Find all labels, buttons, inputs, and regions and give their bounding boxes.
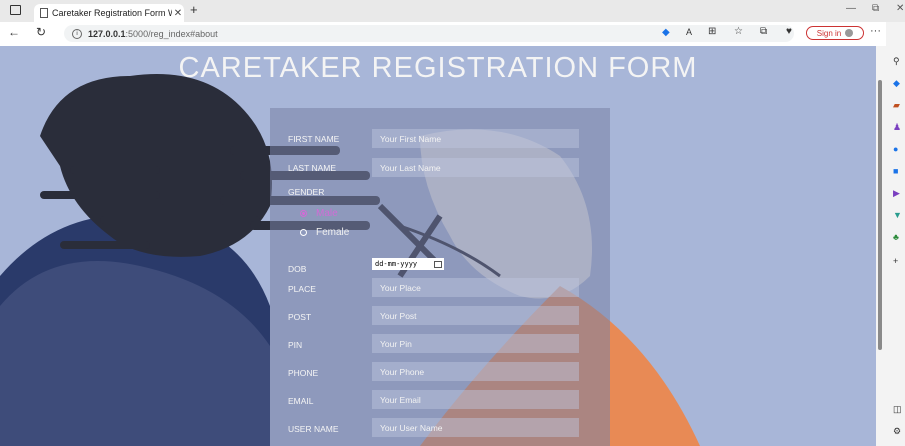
back-icon[interactable]: ← [8,25,20,39]
app-available-icon[interactable]: ⊞ [708,26,716,37]
page-content: CARETAKER REGISTRATION FORM [0,46,876,446]
dob-label: DOB [288,264,307,274]
outlook-icon[interactable]: ■ [893,166,898,176]
page-title: CARETAKER REGISTRATION FORM [178,52,698,84]
male-radio-dot [300,210,307,217]
url-path: :5000/reg_index#about [125,28,218,39]
url-host: 127.0.0.1 [88,28,126,39]
email-input[interactable]: Your Email [372,390,579,409]
gender-label: GENDER [288,187,325,197]
minimize-icon[interactable]: — [846,3,856,14]
last-name-label: LAST NAME [288,163,337,173]
add-icon[interactable]: + [893,256,898,266]
new-tab-icon[interactable]: + [190,2,198,17]
username-input[interactable]: Your User Name [372,418,579,437]
pin-input[interactable]: Your Pin [372,334,579,353]
info-icon[interactable]: i [72,28,82,39]
tab-strip: Caretaker Registration Form We ✕ + — ⧉ ✕ [0,0,905,22]
designer-icon[interactable]: ▶ [893,188,900,199]
heart-icon[interactable]: ♥ [786,26,792,37]
office-icon[interactable]: ● [893,144,898,154]
phone-label: PHONE [288,368,319,378]
female-radio-dot [300,229,307,236]
pin-label: PIN [288,340,303,350]
sign-in-label: Sign in [816,28,842,38]
drop-icon[interactable]: ▼ [893,210,902,220]
tab-title: Caretaker Registration Form We [52,8,172,18]
dob-input[interactable]: dd-mm-yyyy [372,258,444,270]
male-option-label: Male [316,208,338,219]
search-icon[interactable]: ⚲ [893,56,900,67]
sign-in-button[interactable]: Sign in [806,26,864,40]
address-bar[interactable]: i 127.0.0.1 :5000/reg_index#about [64,25,794,42]
page-icon [40,8,48,18]
refresh-icon[interactable]: ↻ [36,25,46,39]
gender-female-radio[interactable]: Female [300,227,349,238]
post-label: POST [288,312,312,322]
favorites-icon[interactable]: ☆ [734,26,743,37]
browser-tab[interactable]: Caretaker Registration Form We ✕ [34,4,184,22]
games-icon[interactable]: ♟ [893,122,901,133]
shopping-icon[interactable]: ◆ [893,78,900,89]
tools-icon[interactable]: ▰ [893,100,900,111]
read-aloud-icon[interactable]: A [686,27,692,37]
more-icon[interactable]: ··· [870,25,881,37]
close-window-icon[interactable]: ✕ [896,3,904,14]
settings-icon[interactable]: ⚙ [893,426,901,437]
first-name-label: FIRST NAME [288,134,340,144]
place-label: PLACE [288,284,316,294]
edge-extension-icon[interactable]: ◆ [662,27,670,38]
calendar-icon[interactable] [434,260,442,268]
post-input[interactable]: Your Post [372,306,579,325]
close-icon[interactable]: ✕ [172,8,184,19]
gender-male-radio[interactable]: Male [300,208,338,219]
dob-placeholder: dd-mm-yyyy [375,260,418,268]
sign-in-avatar-icon [845,29,854,37]
sidebar-toggle-icon[interactable]: ◫ [893,404,902,415]
tree-icon[interactable]: ♣ [893,232,899,242]
female-option-label: Female [316,227,350,238]
phone-input[interactable]: Your Phone [372,362,579,381]
window-icon[interactable]: ⧉ [872,3,879,14]
first-name-input[interactable]: Your First Name [372,129,579,148]
place-input[interactable]: Your Place [372,278,579,297]
email-label: EMAIL [288,396,314,406]
username-label: USER NAME [288,424,339,434]
navigation-bar: ← ↻ i 127.0.0.1 :5000/reg_index#about ◆ … [0,22,905,47]
last-name-input[interactable]: Your Last Name [372,158,579,177]
collections-icon[interactable]: ⧉ [760,26,767,37]
tab-actions-icon[interactable] [10,5,21,15]
scrollbar-thumb[interactable] [878,80,882,350]
